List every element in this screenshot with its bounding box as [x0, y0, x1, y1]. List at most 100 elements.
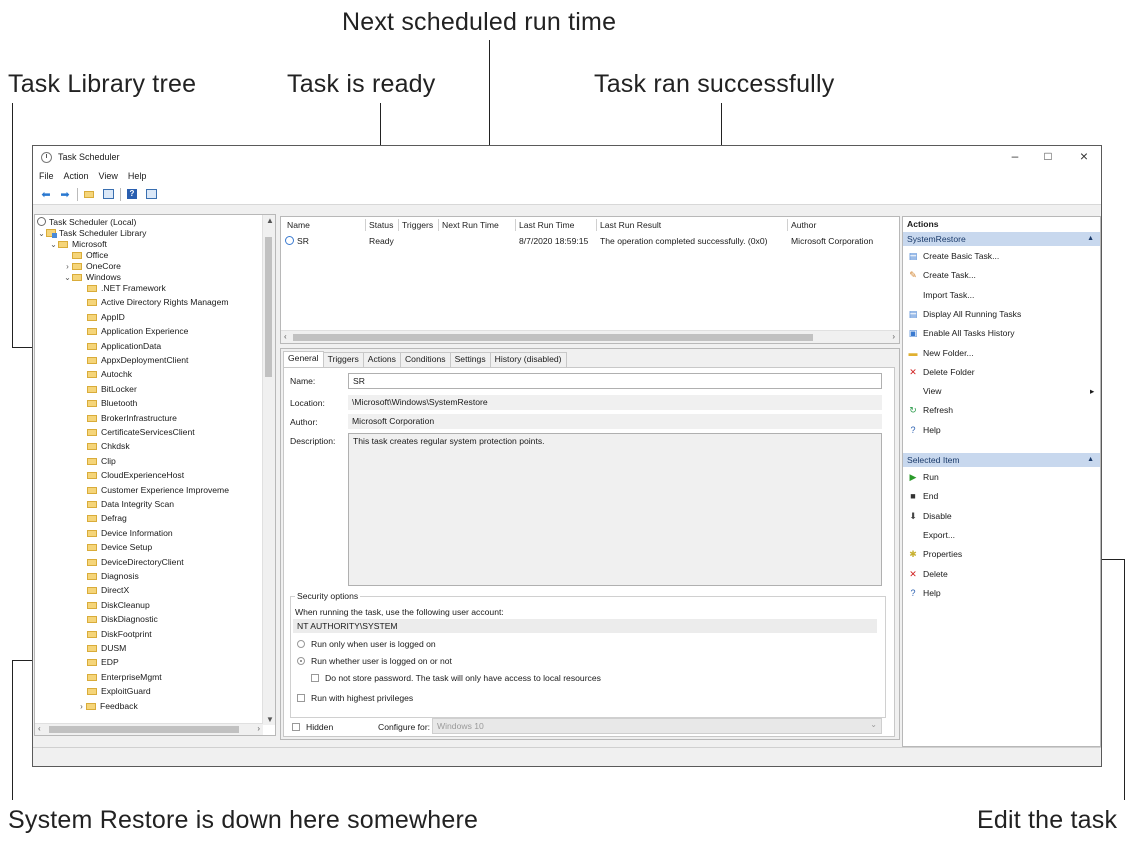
back-arrow-icon[interactable]: ⬅: [39, 188, 53, 201]
column-next-run-time[interactable]: Next Run Time: [442, 220, 499, 230]
scroll-thumb[interactable]: [49, 726, 239, 733]
name-field[interactable]: SR: [348, 373, 882, 389]
tree-folder[interactable]: Active Directory Rights Managem: [87, 297, 229, 308]
scroll-left-icon[interactable]: ‹: [284, 332, 287, 341]
menu-action[interactable]: Action: [64, 171, 89, 181]
tree-folder[interactable]: CertificateServicesClient: [87, 427, 195, 438]
tree-folder[interactable]: AppID: [87, 312, 125, 323]
column-divider[interactable]: [398, 219, 399, 231]
scroll-right-icon[interactable]: ›: [892, 332, 895, 341]
forward-arrow-icon[interactable]: ➡: [58, 188, 72, 201]
tab-actions[interactable]: Actions: [362, 352, 401, 367]
action-item[interactable]: View ▸: [907, 383, 1095, 400]
action-item[interactable]: ↻ Refresh: [907, 402, 1095, 419]
tree-folder[interactable]: Data Integrity Scan: [87, 499, 174, 510]
scroll-left-icon[interactable]: ‹: [38, 724, 41, 733]
menu-file[interactable]: File: [39, 171, 54, 181]
column-last-run-time[interactable]: Last Run Time: [519, 220, 574, 230]
tree-folder[interactable]: Bluetooth: [87, 398, 137, 409]
checkbox-icon[interactable]: [297, 694, 305, 702]
tree-folder[interactable]: .NET Framework: [87, 283, 166, 294]
expanded-chevron-icon[interactable]: ⌄: [63, 272, 72, 283]
tree-folder[interactable]: › Feedback: [77, 701, 138, 712]
tree-folder[interactable]: DiskFootprint: [87, 629, 152, 640]
tree-folder[interactable]: BrokerInfrastructure: [87, 413, 177, 424]
column-name[interactable]: Name: [287, 220, 310, 230]
action-item[interactable]: ✎ Create Task...: [907, 267, 1095, 284]
menu-help[interactable]: Help: [128, 171, 147, 181]
action-item[interactable]: ▶ Run: [907, 469, 1095, 486]
action-item[interactable]: ? Help: [907, 422, 1095, 439]
scroll-down-icon[interactable]: ▼: [266, 715, 274, 724]
action-item[interactable]: ▤ Display All Running Tasks: [907, 306, 1095, 323]
tree-folder[interactable]: Application Experience: [87, 326, 188, 337]
action-pane-icon[interactable]: [144, 188, 158, 200]
action-item[interactable]: Export...: [907, 527, 1095, 544]
expanded-chevron-icon[interactable]: ⌄: [37, 228, 46, 239]
tree-folder[interactable]: Device Information: [87, 528, 173, 539]
close-button[interactable]: ×: [1069, 148, 1099, 164]
table-row[interactable]: SR Ready 8/7/2020 18:59:15 The operation…: [281, 235, 899, 247]
tree-folder[interactable]: Clip: [87, 456, 116, 467]
action-item[interactable]: ? Help: [907, 585, 1095, 602]
tree-folder[interactable]: DiskCleanup: [87, 600, 150, 611]
tree-folder[interactable]: EDP: [87, 657, 119, 668]
action-item[interactable]: ⬇ Disable: [907, 508, 1095, 525]
column-divider[interactable]: [515, 219, 516, 231]
configure-for-select[interactable]: Windows 10 ⌄: [432, 718, 882, 734]
tab-settings[interactable]: Settings: [449, 352, 491, 367]
collapse-icon[interactable]: ▲: [1087, 453, 1094, 467]
up-folder-icon[interactable]: [82, 188, 96, 200]
tree-office[interactable]: Office: [63, 250, 108, 261]
column-author[interactable]: Author: [791, 220, 816, 230]
tree-folder[interactable]: Device Setup: [87, 542, 152, 553]
column-divider[interactable]: [365, 219, 366, 231]
scroll-up-icon[interactable]: ▲: [266, 216, 274, 225]
tab-history[interactable]: History (disabled): [489, 352, 567, 367]
tab-general[interactable]: General: [283, 351, 324, 368]
checkbox-icon[interactable]: [292, 723, 300, 731]
tab-conditions[interactable]: Conditions: [399, 352, 451, 367]
action-item[interactable]: ✱ Properties: [907, 546, 1095, 563]
checkbox-icon[interactable]: [311, 674, 319, 682]
tree-onecore[interactable]: › OneCore: [63, 261, 121, 272]
action-item[interactable]: ▬ New Folder...: [907, 345, 1095, 362]
action-item[interactable]: Import Task...: [907, 287, 1095, 304]
column-last-run-result[interactable]: Last Run Result: [600, 220, 661, 230]
radio-logged-on[interactable]: Run only when user is logged on: [297, 639, 436, 649]
tree-folder[interactable]: Chkdsk: [87, 441, 130, 452]
scroll-thumb[interactable]: [265, 237, 272, 377]
column-status[interactable]: Status: [369, 220, 393, 230]
collapsed-chevron-icon[interactable]: ›: [63, 261, 72, 272]
section-selected-item[interactable]: Selected Item ▲: [903, 453, 1100, 467]
tree-library[interactable]: ⌄ Task Scheduler Library: [37, 228, 146, 239]
scroll-thumb[interactable]: [293, 334, 813, 341]
tree-microsoft[interactable]: ⌄ Microsoft: [49, 239, 107, 250]
checkbox-no-store-password[interactable]: Do not store password. The task will onl…: [311, 673, 601, 683]
column-divider[interactable]: [596, 219, 597, 231]
tree-folder[interactable]: ExploitGuard: [87, 686, 151, 697]
tree-folder[interactable]: ApplicationData: [87, 341, 161, 352]
tree-folder[interactable]: BitLocker: [87, 384, 137, 395]
minimize-button[interactable]: –: [1000, 149, 1030, 163]
tree-root[interactable]: Task Scheduler (Local): [37, 217, 136, 228]
section-systemrestore[interactable]: SystemRestore ▲: [903, 232, 1100, 246]
tree-folder[interactable]: DiskDiagnostic: [87, 614, 158, 625]
show-hide-pane-icon[interactable]: [101, 188, 115, 200]
menu-view[interactable]: View: [99, 171, 118, 181]
tree-folder[interactable]: Autochk: [87, 369, 132, 380]
tab-triggers[interactable]: Triggers: [322, 352, 364, 367]
column-divider[interactable]: [787, 219, 788, 231]
expanded-chevron-icon[interactable]: ⌄: [49, 239, 58, 250]
collapsed-chevron-icon[interactable]: ›: [77, 701, 86, 712]
column-divider[interactable]: [438, 219, 439, 231]
action-item[interactable]: ▤ Create Basic Task...: [907, 248, 1095, 265]
tree-folder[interactable]: CloudExperienceHost: [87, 470, 184, 481]
action-item[interactable]: ✕ Delete: [907, 566, 1095, 583]
tree-horizontal-scrollbar[interactable]: ‹ ›: [35, 723, 263, 735]
tree-folder[interactable]: Customer Experience Improveme: [87, 485, 229, 496]
action-item[interactable]: ■ End: [907, 488, 1095, 505]
tree-folder[interactable]: Diagnosis: [87, 571, 139, 582]
radio-logged-on-or-not[interactable]: Run whether user is logged on or not: [297, 656, 452, 666]
radio-icon[interactable]: [297, 640, 305, 648]
